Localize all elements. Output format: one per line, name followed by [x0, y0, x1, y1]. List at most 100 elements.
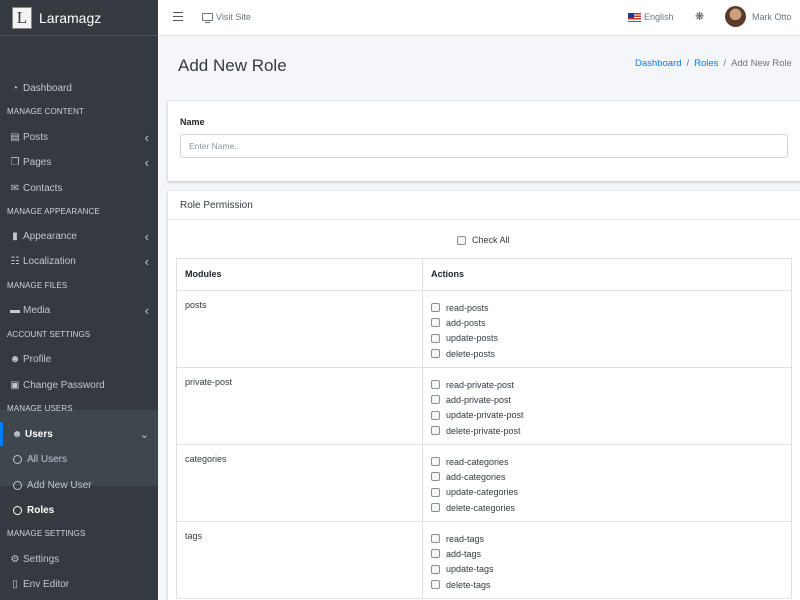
brand-link[interactable]: L Laramagz — [0, 0, 158, 36]
visit-site-link[interactable]: Visit Site — [202, 12, 251, 23]
table-row: categories read-categories add-categories u… — [176, 444, 792, 522]
permission-checkbox[interactable] — [431, 318, 440, 328]
sidebar-item-label: Appearance — [23, 230, 77, 242]
language-dropdown[interactable]: English — [628, 12, 674, 22]
sidebar-item-users[interactable]: ☻ Users ⌄ — [0, 422, 158, 446]
user-name[interactable]: Mark Otto — [752, 12, 792, 22]
file-icon: ▯ — [12, 578, 18, 590]
sidebar-item-label: Dashboard — [23, 82, 72, 94]
sidebar-item-posts[interactable]: ▤ Posts ‹ — [0, 125, 158, 149]
actions-cell: read-posts add-posts update-posts delete-po… — [422, 290, 792, 368]
breadcrumb-roles[interactable]: Roles — [694, 58, 718, 69]
sidebar-item-all-users[interactable]: All Users — [0, 447, 158, 471]
breadcrumb-dashboard[interactable]: Dashboard — [635, 58, 681, 69]
permission-option[interactable]: delete-private-post — [431, 423, 783, 438]
sidebar-item-label: Roles — [27, 504, 55, 516]
chevron-left-icon: ‹ — [144, 253, 149, 269]
sidebar-item-change-password[interactable]: ▣ Change Password — [0, 373, 158, 397]
sidebar-item-media[interactable]: ▬ Media ‹ — [0, 298, 158, 322]
sidebar-item-roles[interactable]: Roles — [0, 498, 158, 522]
sidebar-item-label: Posts — [23, 131, 49, 143]
sidebar-item-appearance[interactable]: ▮ Appearance ‹ — [0, 224, 158, 248]
permission-option[interactable]: add-private-post — [431, 392, 783, 407]
sidebar-section-header: MANAGE CONTENT — [7, 107, 84, 116]
chevron-left-icon: ‹ — [144, 302, 149, 318]
permission-label: add-posts — [446, 317, 486, 328]
top-navbar: Visit Site English ❋ Mark Otto — [158, 0, 800, 36]
sidebar-item-dashboard[interactable]: ◔ Dashboard — [0, 76, 158, 100]
permission-label: read-categories — [446, 456, 509, 467]
permission-checkbox[interactable] — [431, 380, 440, 390]
us-flag-icon — [628, 12, 641, 22]
permission-option[interactable]: delete-posts — [431, 346, 783, 361]
sidebar-item-label: All Users — [27, 453, 68, 465]
permission-label: add-tags — [446, 548, 482, 559]
permission-option[interactable]: delete-tags — [431, 577, 783, 592]
sidebar-item-label: Settings — [23, 553, 60, 565]
permission-checkbox[interactable] — [431, 426, 440, 436]
permission-label: delete-tags — [446, 579, 491, 590]
permission-checkbox[interactable] — [431, 564, 440, 574]
permission-checkbox[interactable] — [431, 349, 440, 359]
sidebar-item-label: Media — [23, 304, 51, 316]
sidebar-item-label: Change Password — [23, 379, 105, 391]
permission-option[interactable]: add-posts — [431, 315, 783, 330]
users-icon: ☻ — [11, 428, 23, 440]
permission-label: update-categories — [446, 487, 519, 498]
sidebar: L Laramagz ◔ Dashboard MANAGE CONTENT ▤ Post… — [0, 0, 158, 600]
permissions-table: Modules Actions posts read-posts add-posts… — [176, 258, 792, 599]
permission-checkbox[interactable] — [431, 580, 440, 590]
permission-checkbox[interactable] — [431, 410, 440, 420]
language-label: English — [644, 12, 674, 22]
envelope-icon: ✉ — [10, 182, 20, 194]
sidebar-item-pages[interactable]: ❐ Pages ‹ — [0, 150, 158, 174]
actions-cell: read-tags add-tags update-tags delete-tags — [422, 521, 792, 599]
settings-gear-icon[interactable]: ❋ — [695, 10, 704, 23]
permission-label: update-posts — [446, 333, 499, 344]
sidebar-item-settings[interactable]: ⚙ Settings — [0, 547, 158, 571]
name-input[interactable] — [180, 134, 788, 158]
permission-option[interactable]: update-private-post — [431, 408, 783, 423]
permissions-body: posts read-posts add-posts update-posts dele… — [176, 290, 792, 599]
permission-checkbox[interactable] — [431, 457, 440, 467]
permission-checkbox[interactable] — [431, 395, 440, 405]
menu-toggle-icon[interactable] — [173, 12, 183, 21]
permission-option[interactable]: add-tags — [431, 546, 783, 561]
permission-option[interactable]: read-tags — [431, 531, 783, 546]
sidebar-item-localization[interactable]: ☷ Localization ‹ — [0, 249, 158, 273]
brand-name: Laramagz — [39, 9, 102, 26]
permission-option[interactable]: read-posts — [431, 300, 783, 315]
circle-icon — [13, 505, 22, 515]
table-row: private-post read-private-post add-private… — [176, 367, 792, 445]
sidebar-item-add-new-user[interactable]: Add New User — [0, 473, 158, 497]
permission-option[interactable]: read-private-post — [431, 377, 783, 392]
sidebar-item-env-editor[interactable]: ▯ Env Editor — [0, 572, 158, 596]
permission-option[interactable]: delete-categories — [431, 500, 783, 515]
permission-label: read-tags — [446, 533, 485, 544]
check-all-checkbox[interactable] — [457, 235, 466, 245]
permission-option[interactable]: add-categories — [431, 469, 783, 484]
permission-checkbox[interactable] — [431, 333, 440, 343]
permission-checkbox[interactable] — [431, 472, 440, 482]
permission-checkbox[interactable] — [431, 549, 440, 559]
sidebar-item-contacts[interactable]: ✉ Contacts — [0, 176, 158, 200]
circle-icon — [13, 480, 22, 490]
sidebar-section-header: ACCOUNT SETTINGS — [7, 330, 91, 339]
permission-label: add-private-post — [446, 394, 512, 405]
permission-checkbox[interactable] — [431, 487, 440, 497]
desktop-icon — [202, 13, 213, 23]
permission-option[interactable]: read-categories — [431, 454, 783, 469]
permission-option[interactable]: update-tags — [431, 562, 783, 577]
check-all-control[interactable]: Check All — [457, 235, 510, 245]
permission-option[interactable]: update-categories — [431, 485, 783, 500]
card-title: Role Permission — [180, 200, 253, 211]
user-avatar[interactable] — [725, 6, 746, 27]
permission-checkbox[interactable] — [431, 303, 440, 313]
sidebar-item-label: Pages — [23, 156, 52, 168]
sidebar-section-header: MANAGE APPEARANCE — [7, 207, 100, 216]
permission-checkbox[interactable] — [431, 503, 440, 513]
permission-checkbox[interactable] — [431, 534, 440, 544]
permission-label: delete-private-post — [446, 425, 521, 436]
sidebar-item-profile[interactable]: ☻ Profile — [0, 347, 158, 371]
permission-option[interactable]: update-posts — [431, 331, 783, 346]
